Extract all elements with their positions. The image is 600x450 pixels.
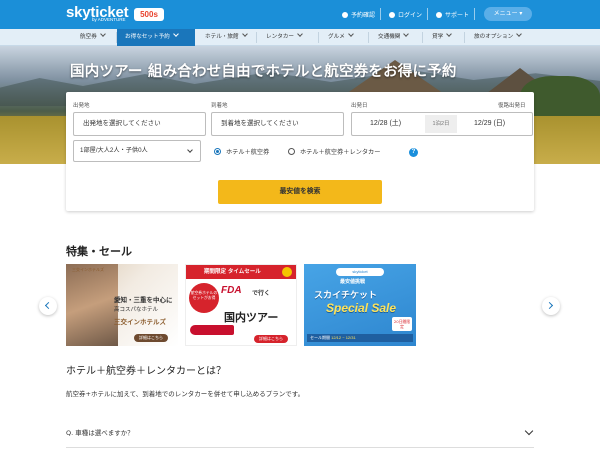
banner-fda-tour[interactable]: 期間限定 タイムセール 航空券ホテルのセットがお得 FDA で行く 国内ツアー … — [185, 264, 297, 346]
banner-circle-text: 航空券ホテルのセットがお得 — [189, 283, 219, 313]
departure-input[interactable]: 出発地を選択してください — [73, 112, 206, 136]
banner-headline: スカイチケット — [314, 291, 378, 301]
nav-item-hotel[interactable]: ホテル・旅館 — [205, 29, 248, 46]
banner-period: セール期間 12/12 ~ 12/31 — [307, 334, 413, 342]
faq-section-title: ホテル＋航空券＋レンタカーとは？ — [66, 366, 226, 377]
chevron-right-icon — [545, 301, 554, 310]
chevron-left-icon — [44, 301, 53, 310]
hero-title: 国内ツアー 組み合わせ自由でホテルと航空券をお得に予約 — [70, 64, 457, 80]
user-icon — [389, 12, 395, 18]
arrival-input[interactable]: 到着地を選択してください — [211, 112, 344, 136]
banner-subline: 高コスパなホテル — [114, 307, 159, 313]
carousel-next-button[interactable] — [542, 297, 560, 315]
banner-headline: 愛知・三重を中心に — [114, 296, 173, 304]
support-link[interactable]: サポート — [436, 10, 469, 19]
banner-brand-tag: skyticket — [336, 268, 384, 276]
divider — [66, 447, 534, 448]
banner-timesale-label: 期間限定 タイムセール — [186, 265, 296, 279]
banner-more-button[interactable]: 詳細はこちら — [134, 334, 168, 342]
banner-hotel-name: 三交インホテルズ — [114, 318, 166, 326]
banner-special-sale: Special Sale — [326, 301, 397, 315]
checkout-label: 復路出発日 — [498, 103, 526, 109]
radio-hotel-air[interactable]: ホテル＋航空券 — [214, 147, 269, 156]
hotel-room-photo — [66, 264, 118, 346]
banner-skyticket-sale[interactable]: skyticket 最安値挑戦 スカイチケット Special Sale 20日… — [304, 264, 416, 346]
chevron-down-icon — [172, 31, 179, 37]
chevron-down-icon — [446, 31, 453, 37]
search-button[interactable]: 最安値を検索 — [218, 180, 382, 204]
nav-item-set[interactable]: お得なセット予約 — [117, 29, 195, 46]
nav-item-rental[interactable]: 貸学 — [432, 29, 453, 46]
promo-badge[interactable]: 500s — [134, 8, 164, 21]
chevron-down-icon — [403, 31, 410, 37]
banner-brand-tail: で行く — [252, 290, 271, 297]
help-icon[interactable]: ? — [409, 148, 418, 157]
banner-tour-text: 国内ツアー — [224, 311, 279, 324]
category-nav: 航空券 お得なセット予約 ホテル・旅館 レンタカー グルメ 交通機関 貸学 旅の… — [0, 29, 600, 46]
carousel-prev-button[interactable] — [39, 297, 57, 315]
arrival-label: 到着地 — [211, 103, 228, 109]
document-icon — [342, 12, 348, 18]
chevron-down-icon — [297, 31, 303, 37]
nights-badge: 1泊2日 — [425, 115, 457, 133]
chevron-down-icon — [347, 31, 354, 37]
chevron-down-icon — [241, 31, 248, 37]
help-icon — [436, 12, 442, 18]
radio-dot — [288, 148, 295, 155]
nav-item-air[interactable]: 航空券 — [80, 29, 106, 46]
chevron-down-icon — [516, 31, 523, 37]
nav-divider — [256, 32, 257, 43]
menu-button[interactable]: メニュー ▾ — [484, 7, 532, 21]
banner-more-button[interactable]: 詳細はこちら — [254, 335, 288, 343]
guests-select[interactable]: 1部屋/大人2人・子供0人 — [73, 140, 201, 162]
chevron-down-icon[interactable] — [524, 426, 534, 436]
nav-item-gourmet[interactable]: グルメ — [328, 29, 354, 46]
header-divider — [474, 8, 475, 20]
header-divider — [380, 8, 381, 20]
nav-item-transport[interactable]: 交通機関 — [378, 29, 410, 46]
nav-item-options[interactable]: 旅のオプション — [474, 29, 523, 46]
departure-label: 出発地 — [73, 103, 90, 109]
sale-section-title: 特集・セール — [66, 245, 132, 258]
checkout-date[interactable]: 12/29 (日) — [474, 113, 505, 135]
banner-days-badge: 20日間限定 — [392, 317, 412, 331]
clock-icon — [282, 267, 292, 277]
faq-description: 航空券+ホテルに加えて、到着地でのレンタカーを併せて申し込めるプランです。 — [66, 390, 305, 398]
header-divider — [427, 8, 428, 20]
radio-hotel-air-car[interactable]: ホテル＋航空券＋レンタカー — [288, 147, 380, 156]
nav-divider — [368, 32, 369, 43]
search-form: 出発地 出発地を選択してください 到着地 到着地を選択してください 出発日 復路… — [66, 92, 534, 211]
radio-dot — [214, 148, 221, 155]
chevron-down-icon — [99, 31, 106, 37]
nav-divider — [318, 32, 319, 43]
fda-logo: FDA — [221, 285, 242, 296]
checkin-label: 出発日 — [351, 103, 368, 109]
date-range-field[interactable]: 12/28 (土) 1泊2日 12/29 (日) — [351, 112, 533, 136]
reservation-check-link[interactable]: 予約確認 — [342, 10, 375, 19]
nav-divider — [422, 32, 423, 43]
nav-item-rentacar[interactable]: レンタカー — [266, 29, 303, 46]
banner-cheapest-label: 最安値挑戦 — [340, 279, 366, 285]
header-bar: skyticket by ADVENTURE 500s 予約確認 ログイン サポ… — [0, 0, 600, 29]
banner-sanco-inn[interactable]: 三交インホテルズ 愛知・三重を中心に 高コスパなホテル 三交インホテルズ 詳細は… — [66, 264, 178, 346]
chevron-down-icon — [187, 147, 193, 153]
banner-brand: 三交インホテルズ — [72, 267, 104, 272]
site-logo-sub: by ADVENTURE — [92, 17, 126, 22]
airplane-icon — [190, 325, 234, 335]
login-link[interactable]: ログイン — [389, 10, 422, 19]
nav-divider — [464, 32, 465, 43]
checkin-date[interactable]: 12/28 (土) — [370, 113, 401, 135]
faq-question[interactable]: Q. 車種は選べますか？ — [66, 427, 134, 437]
